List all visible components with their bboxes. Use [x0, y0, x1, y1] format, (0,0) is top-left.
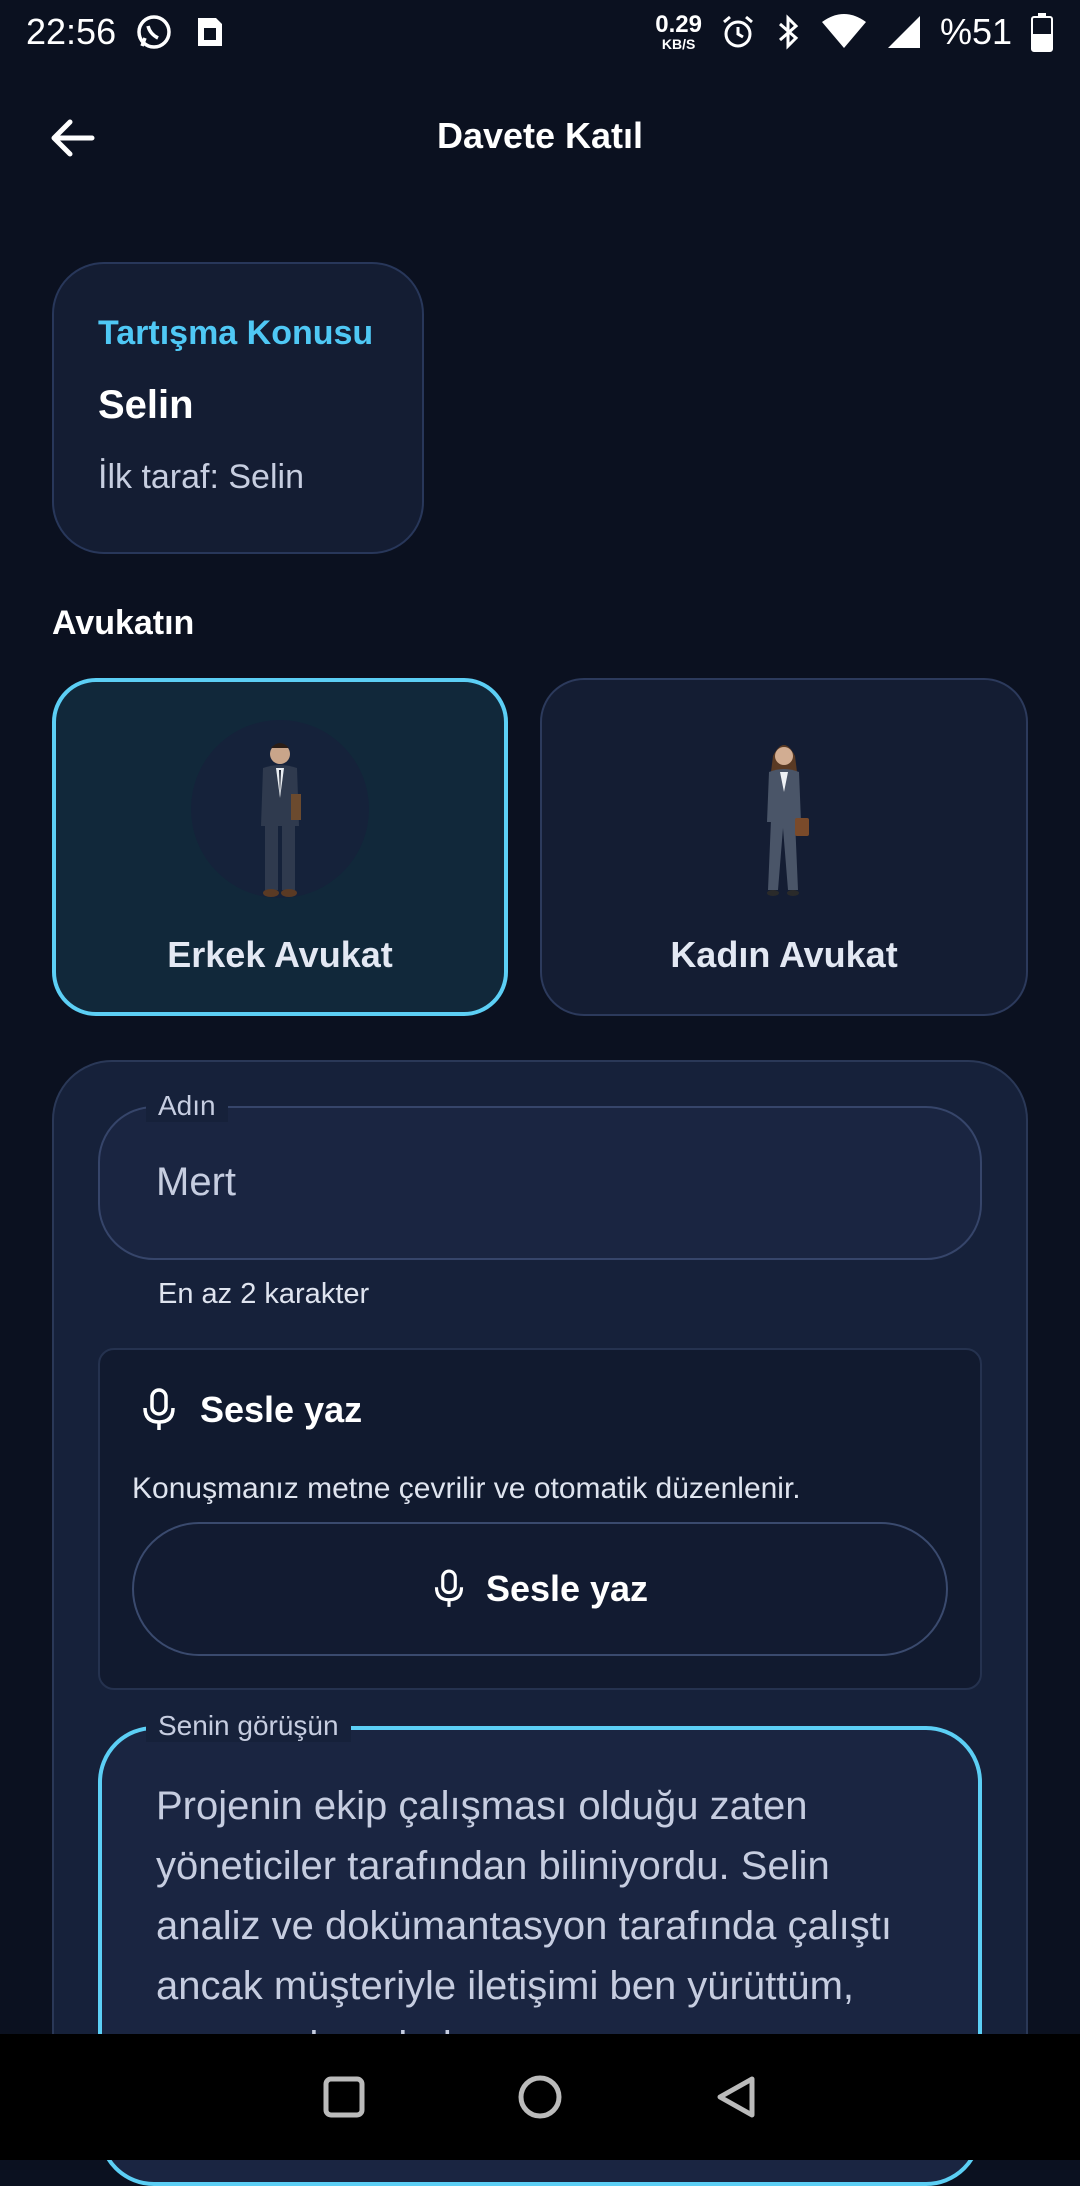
- female-lawyer-label: Kadın Avukat: [670, 934, 898, 975]
- name-field[interactable]: Adın Mert: [98, 1090, 982, 1260]
- female-lawyer-option[interactable]: Kadın Avukat: [540, 678, 1028, 1016]
- wifi-icon: [821, 14, 866, 48]
- battery-text: %51: [939, 11, 1012, 52]
- male-lawyer-avatar: [191, 720, 369, 898]
- opinion-field-legend: Senin görüşün: [146, 1710, 351, 1742]
- alarm-icon: [722, 15, 753, 48]
- topic-label: Tartışma Konusu: [98, 314, 374, 352]
- topic-first-party: İlk taraf: Selin: [98, 458, 304, 496]
- whatsapp-icon: [137, 15, 171, 49]
- nav-home-icon[interactable]: [516, 2073, 564, 2121]
- mic-icon: [434, 1569, 464, 1607]
- voice-input-panel: Sesle yaz Konuşmanız metne çevrilir ve o…: [98, 1348, 982, 1690]
- female-lawyer-avatar: [695, 720, 873, 898]
- name-input-value[interactable]: Mert: [156, 1160, 236, 1205]
- name-helper-text: En az 2 karakter: [158, 1278, 370, 1310]
- male-lawyer-label: Erkek Avukat: [167, 934, 393, 975]
- male-lawyer-option[interactable]: Erkek Avukat: [52, 678, 508, 1016]
- voice-input-button[interactable]: Sesle yaz: [132, 1522, 948, 1656]
- topic-name: Selin: [98, 383, 194, 427]
- sim-icon: [198, 18, 223, 46]
- name-field-legend: Adın: [146, 1090, 228, 1122]
- nav-back-icon[interactable]: [714, 2073, 758, 2121]
- form-card: Adın Mert En az 2 karakter Sesle yaz Kon…: [52, 1060, 1028, 2186]
- voice-panel-description: Konuşmanız metne çevrilir ve otomatik dü…: [132, 1472, 801, 1505]
- signal-icon: [887, 16, 920, 48]
- nav-recents-icon[interactable]: [322, 2075, 366, 2119]
- network-speed: 0.29 KB/S: [655, 11, 702, 52]
- system-nav-bar: [0, 2034, 1080, 2160]
- mic-icon: [143, 1388, 175, 1430]
- female-lawyer-figure: [767, 745, 809, 896]
- opinion-input-value[interactable]: Projenin ekip çalışması olduğu zaten yön…: [156, 1776, 936, 2076]
- lawyer-section-title: Avukatın: [52, 604, 195, 642]
- voice-button-label: Sesle yaz: [485, 1568, 649, 1609]
- status-bar: 22:56 0.29 KB/S %51: [0, 0, 1080, 64]
- battery-icon: [1031, 13, 1053, 52]
- male-lawyer-figure: [261, 743, 301, 897]
- bluetooth-icon: [778, 14, 799, 50]
- back-arrow-icon[interactable]: [44, 110, 100, 166]
- voice-panel-title: Sesle yaz: [200, 1389, 363, 1430]
- topic-card: Tartışma Konusu Selin İlk taraf: Selin: [52, 262, 424, 554]
- app-bar: Davete Katıl: [0, 96, 1080, 176]
- status-time: 22:56: [26, 11, 117, 52]
- page-title: Davete Katıl: [436, 115, 644, 156]
